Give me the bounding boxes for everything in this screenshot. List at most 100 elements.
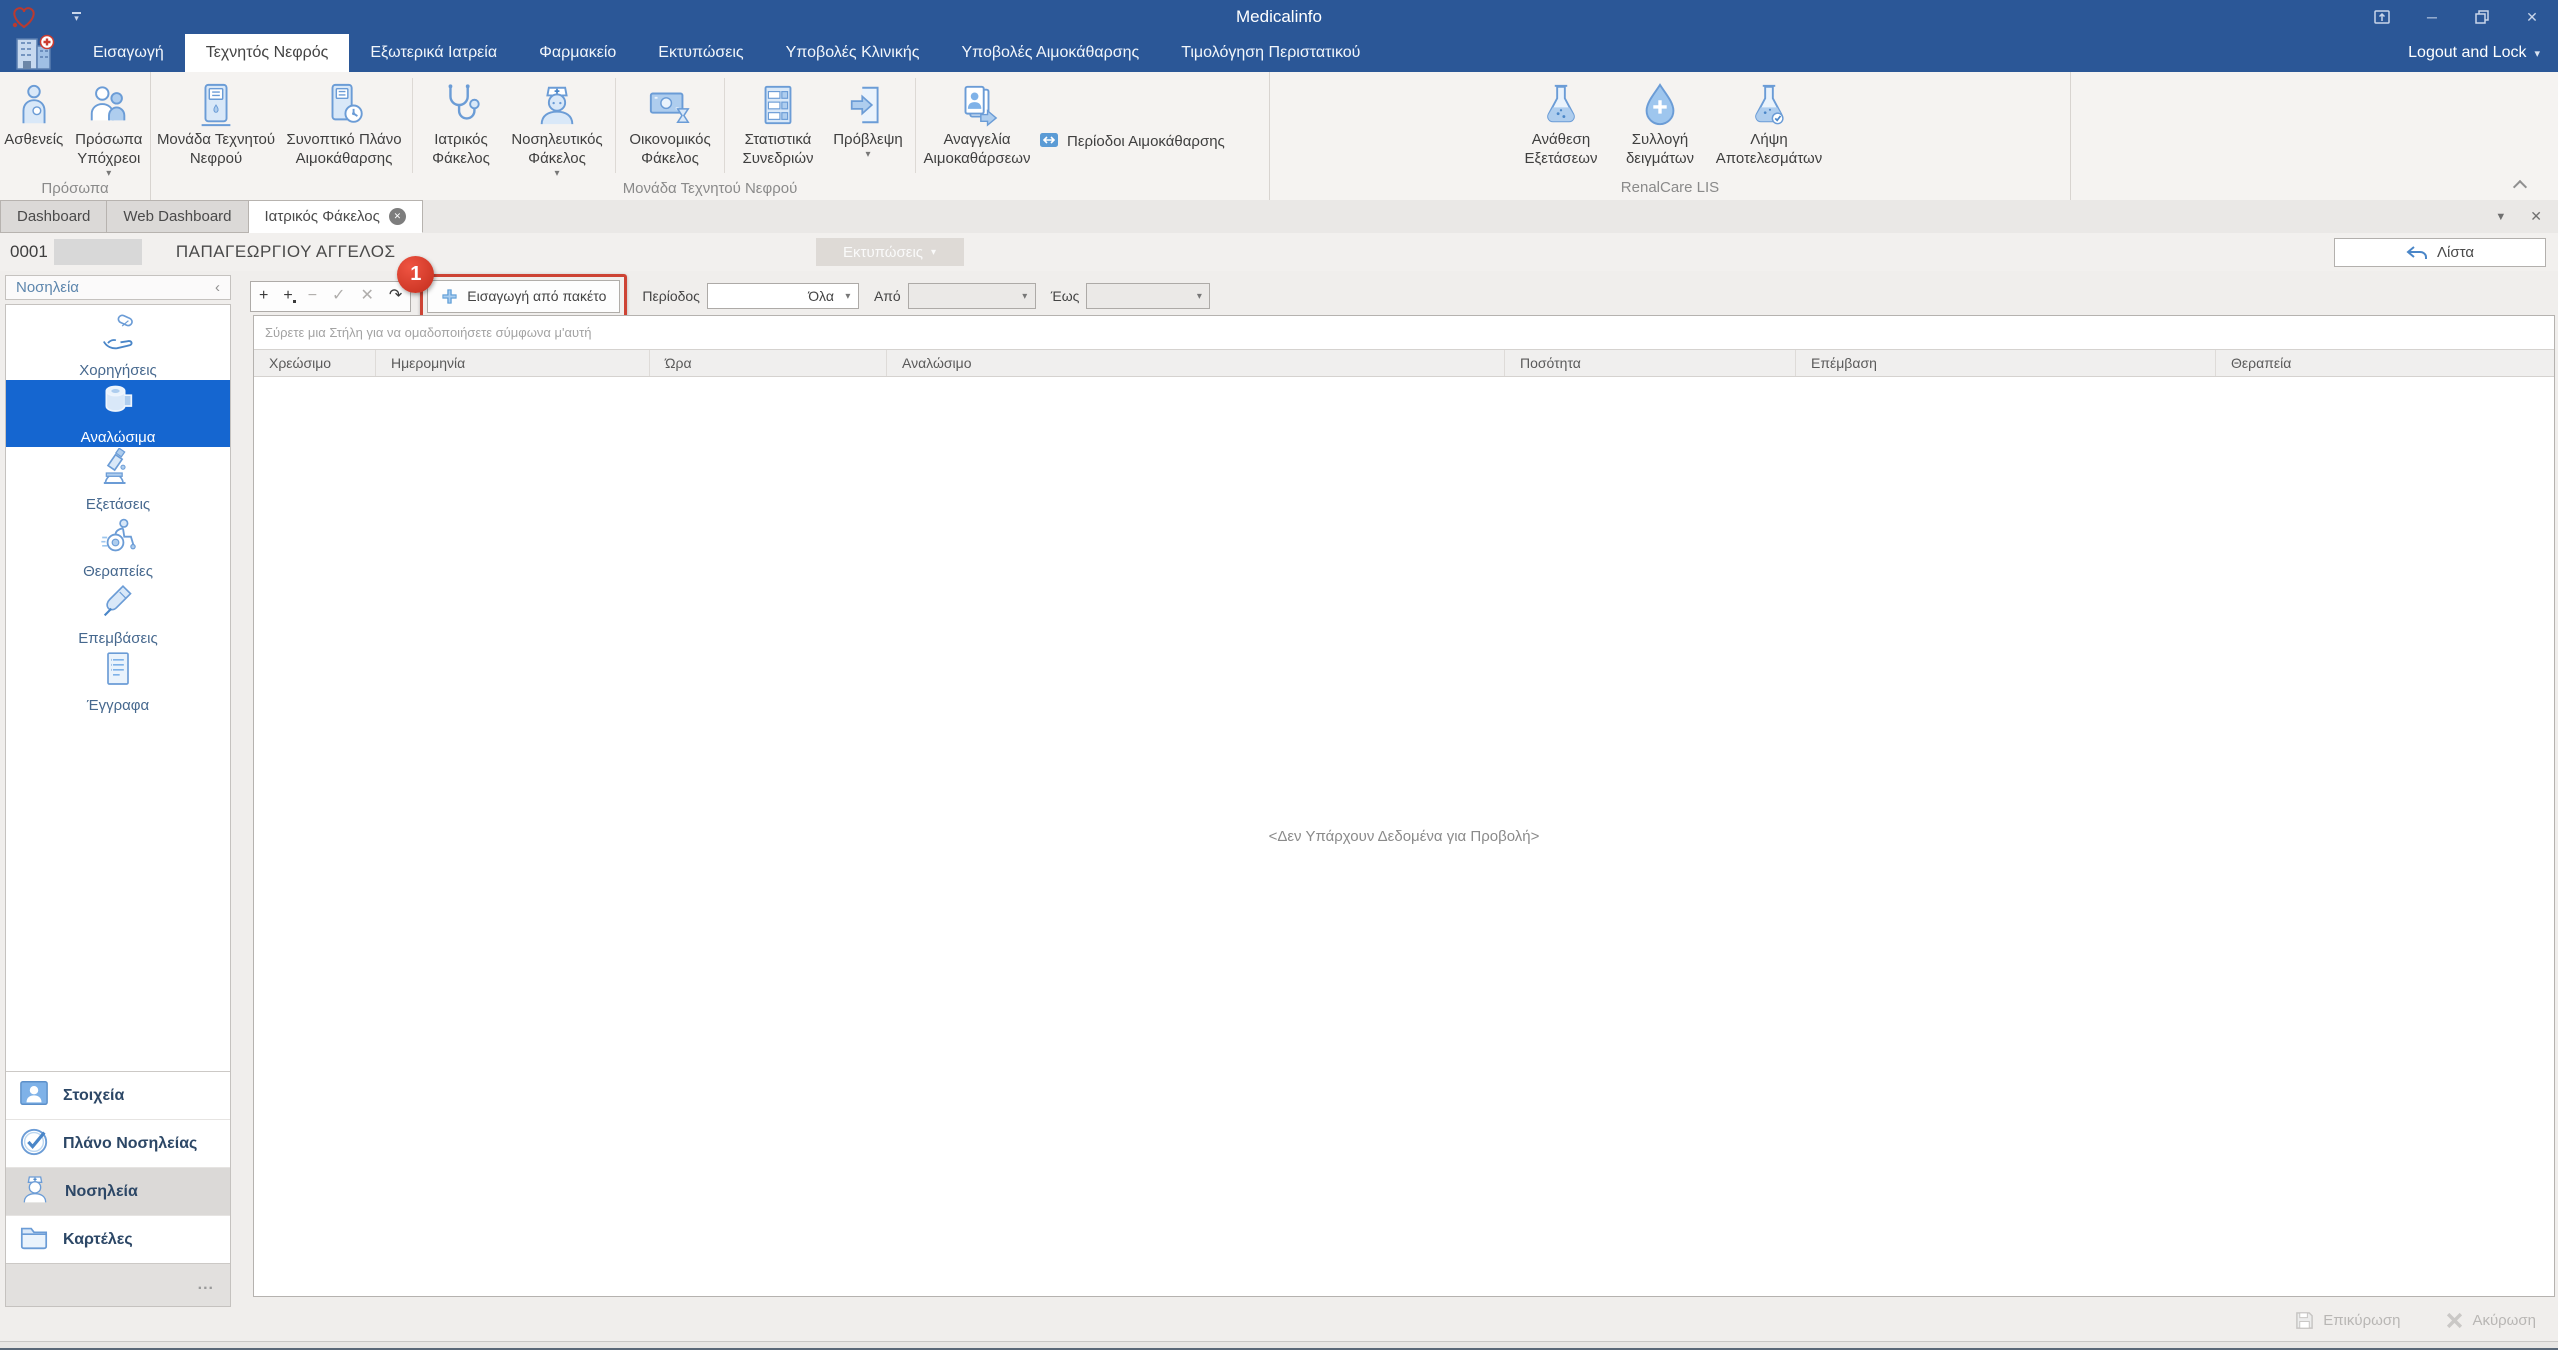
chevron-down-icon: ▾ [1022, 290, 1028, 302]
sidebar-item-operations[interactable]: Επεμβάσεις [6, 581, 230, 648]
flask-result-icon [1746, 80, 1792, 130]
ribbon-button-medical-record[interactable]: Ιατρικός Φάκελος [418, 76, 504, 168]
sidebar-item-consumables[interactable]: Αναλώσιμα [6, 380, 230, 447]
tab-dashboard[interactable]: Dashboard [0, 200, 108, 233]
add-row-icon[interactable]: + [259, 288, 268, 304]
minimize-icon[interactable]: ─ [2422, 8, 2442, 26]
hospital-building-icon [16, 34, 55, 70]
sidebar-section-care-plan[interactable]: Πλάνο Νοσηλείας [6, 1119, 230, 1167]
cancel-x-icon [2447, 1312, 2463, 1328]
column-header-date[interactable]: Ημερομηνία [376, 350, 650, 376]
grid-body: <Δεν Υπάρχουν Δεδομένα για Προβολή> [254, 377, 2554, 1296]
column-header-quantity[interactable]: Ποσότητα [1505, 350, 1796, 376]
ribbon-tab-timologisi[interactable]: Τιμολόγηση Περιστατικού [1160, 34, 1381, 72]
chevron-down-icon: ▾ [554, 168, 560, 179]
ribbon-button-liable-persons[interactable]: Πρόσωπα Υπόχρεοι ▾ [68, 76, 150, 179]
sidebar-section-nursing[interactable]: Νοσηλεία [6, 1167, 230, 1215]
overflow-dots-icon: ... [197, 1276, 214, 1293]
save-icon [2296, 1311, 2314, 1329]
back-to-list-button[interactable]: Λίστα [2334, 238, 2546, 267]
ribbon-button-session-statistics[interactable]: Στατιστικά Συνεδριών [730, 76, 826, 168]
sidebar-section-cards[interactable]: Καρτέλες [6, 1215, 230, 1263]
from-date-combobox[interactable]: ▾ [907, 283, 1036, 309]
ribbon-tab-ypovoles-klinikis[interactable]: Υποβολές Κλινικής [765, 34, 941, 72]
sidebar-item-tests[interactable]: Εξετάσεις [6, 447, 230, 514]
column-header-operation[interactable]: Επέμβαση [1796, 350, 2216, 376]
ribbon-tab-eisagogi[interactable]: Εισαγωγή [72, 34, 185, 72]
sidebar-overflow-button[interactable]: ... [6, 1263, 230, 1306]
collapse-sidebar-icon[interactable]: ‹ [215, 279, 220, 296]
import-from-package-button[interactable]: Εισαγωγή από πακέτο [427, 279, 621, 313]
column-header-time[interactable]: Ώρα [650, 350, 887, 376]
nurse-icon [18, 1173, 52, 1210]
sidebar-item-administrations[interactable]: Χορηγήσεις [6, 313, 230, 380]
ribbon-button-dialysis-unit[interactable]: Μονάδα Τεχνητού Νεφρού [151, 76, 281, 168]
confirm-button[interactable]: Επικύρωση [2295, 1311, 2400, 1330]
ribbon-tab-farmakeio[interactable]: Φαρμακείο [518, 34, 637, 72]
document-icon [97, 649, 139, 694]
tab-medical-record[interactable]: Ιατρικός Φάκελος ✕ [248, 200, 423, 233]
ribbon-button-get-results[interactable]: Λήψη Αποτελεσμάτων [1709, 76, 1829, 168]
column-header-consumable[interactable]: Αναλώσιμο [887, 350, 1505, 376]
restore-icon[interactable] [2472, 8, 2492, 26]
ribbon-tab-exoterika-iatreia[interactable]: Εξωτερικά Ιατρεία [349, 34, 518, 72]
sidebar-item-documents[interactable]: Έγγραφα [6, 648, 230, 715]
ribbon-button-forecast[interactable]: Πρόβλεψη ▾ [826, 76, 910, 160]
ribbon-tab-ektyposeis[interactable]: Εκτυπώσεις [637, 34, 764, 72]
close-tab-icon[interactable]: ✕ [388, 208, 406, 225]
cancel-button[interactable]: Ακύρωση [2446, 1312, 2536, 1329]
ribbon-tab-technitos-nefros[interactable]: Τεχνητός Νεφρός [184, 34, 350, 72]
apply-changes-icon[interactable]: ✓ [332, 288, 345, 304]
money-icon [647, 80, 693, 130]
group-by-panel[interactable]: Σύρετε μια Στήλη για να ομαδοποιήσετε σύ… [254, 316, 2554, 349]
patient-icon [11, 80, 57, 130]
tab-list-dropdown-icon[interactable]: ▼ [2495, 211, 2506, 223]
window-title: Medicalinfo [1236, 7, 1322, 26]
cancel-changes-icon[interactable]: ✕ [360, 288, 373, 304]
ribbon-tab-ypovoles-aimokatharsis[interactable]: Υποβολές Αιμοκάθαρσης [940, 34, 1160, 72]
tab-web-dashboard[interactable]: Web Dashboard [107, 200, 249, 233]
consumables-grid: Σύρετε μια Στήλη για να ομαδοποιήσετε σύ… [253, 315, 2555, 1297]
logout-and-lock-button[interactable]: Logout and Lock ▾ [2408, 34, 2558, 72]
ribbon-button-patients[interactable]: Ασθενείς [0, 76, 68, 149]
grid-header-row: Χρεώσιμο Ημερομηνία Ώρα Αναλώσιμο Ποσότη… [254, 349, 2554, 377]
sidebar: Χορηγήσεις Αναλώσιμα Εξετάσεις Θεραπείες [5, 304, 231, 1307]
ribbon-button-nursing-record[interactable]: Νοσηλευτικός Φάκελος ▾ [504, 76, 610, 179]
sidebar-item-therapies[interactable]: Θεραπείες [6, 514, 230, 581]
ribbon-group-dialysis-unit: Μονάδα Τεχνητού Νεφρού Συνοπτικό Πλάνο Α… [151, 72, 1270, 200]
check-circle-icon [18, 1126, 50, 1161]
period-label: Περίοδος [642, 288, 700, 304]
print-button[interactable]: Εκτυπώσεις ▾ [815, 238, 964, 266]
app-menu-button[interactable] [0, 34, 72, 72]
refresh-icon[interactable]: ↷ [389, 288, 402, 304]
ribbon-group-renalcare-lis: Ανάθεση Εξετάσεων Συλλογή δειγμάτων Λήψη… [1270, 72, 2071, 200]
folder-icon [18, 1222, 50, 1257]
ribbon-button-dialysis-plan[interactable]: Συνοπτικό Πλάνο Αιμοκάθαρσης [281, 76, 407, 168]
period-combobox[interactable]: Όλα ▾ [706, 283, 859, 309]
ribbon-button-dialysis-periods[interactable]: Περίοδοι Αιμοκάθαρσης [1033, 126, 1231, 158]
add-special-row-icon[interactable]: + [283, 288, 296, 304]
to-label: Έως [1050, 288, 1080, 304]
ribbon-button-dialysis-announcement[interactable]: Αναγγελία Αιμοκαθάρσεων [921, 76, 1033, 168]
close-document-icon[interactable]: ✕ [2530, 208, 2542, 225]
ribbon-button-assign-tests[interactable]: Ανάθεση Εξετάσεων [1511, 76, 1611, 168]
chevron-down-icon: ▾ [931, 246, 937, 258]
to-date-combobox[interactable]: ▾ [1086, 283, 1211, 309]
footer-action-bar: Επικύρωση Ακύρωση [250, 1299, 2558, 1341]
close-icon[interactable]: ✕ [2522, 8, 2542, 26]
status-bar [0, 1341, 2558, 1350]
sidebar-section-details[interactable]: Στοιχεία [6, 1072, 230, 1119]
column-header-therapy[interactable]: Θεραπεία [2216, 350, 2554, 376]
ribbon-display-options-icon[interactable] [2372, 8, 2392, 26]
delete-row-icon[interactable]: − [308, 288, 317, 304]
hand-pill-icon [97, 314, 139, 359]
forecast-icon [845, 80, 891, 130]
ribbon-separator [412, 78, 413, 173]
drop-plus-icon-button[interactable]: Συλλογή δειγμάτων [1611, 76, 1709, 168]
id-card-icon [18, 1078, 50, 1113]
collapse-ribbon-icon[interactable] [2512, 179, 2528, 195]
ribbon-group-label: RenalCare LIS [1620, 179, 1720, 196]
ribbon-button-financial-record[interactable]: Οικονομικός Φάκελος [621, 76, 719, 168]
chevron-down-icon: ▾ [2534, 47, 2540, 60]
column-header-billable[interactable]: Χρεώσιμο [254, 350, 376, 376]
